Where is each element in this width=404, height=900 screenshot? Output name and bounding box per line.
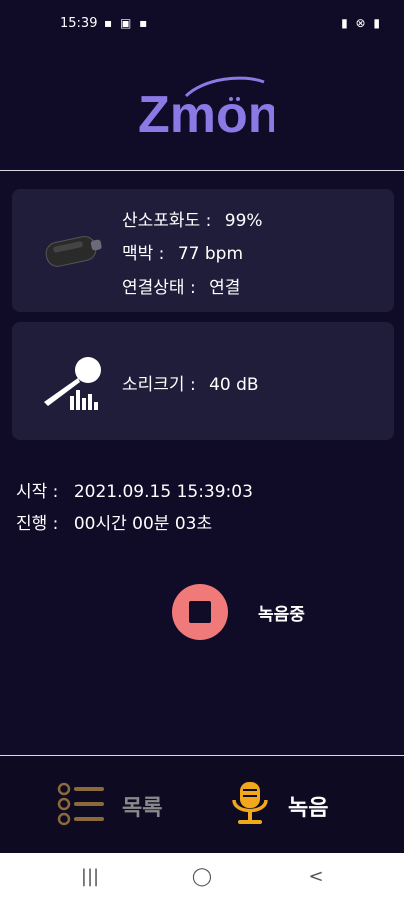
- volume-label: 소리크기 :: [122, 375, 196, 395]
- sensor-card: 산소포화도 : 99% 맥박 : 77 bpm 연결상태 : 연결: [12, 189, 394, 312]
- connection-row: 연결상태 : 연결: [122, 273, 240, 298]
- zmon-logo-graphic: Zmon: [138, 76, 280, 144]
- tab-record[interactable]: 녹음: [220, 756, 370, 853]
- recents-button[interactable]: |||: [70, 865, 110, 889]
- connection-label: 연결상태 :: [122, 278, 196, 298]
- status-time: 15:39: [60, 16, 98, 31]
- oximeter-device-icon: [45, 236, 102, 267]
- tab-list-label: 목록: [122, 796, 163, 821]
- recording-status-label: 녹음중: [258, 605, 305, 625]
- bottom-nav: 목록 녹음: [0, 756, 404, 853]
- microphone-volume-icon: [44, 357, 101, 410]
- system-nav-bar: ||| ◯ <: [0, 853, 404, 900]
- connection-value: 연결: [209, 278, 241, 298]
- status-bar: 15:39 ▪ ▣ ▪ ▮ ⊗ ▮: [0, 0, 404, 52]
- spo2-label: 산소포화도 :: [122, 211, 212, 231]
- microphone-icon: [232, 782, 268, 824]
- elapsed-time-value: 00시간 00분 03초: [73, 514, 213, 534]
- system-status-icons: ▮ ⊗ ▮: [341, 16, 382, 30]
- start-time-label: 시작 :: [16, 482, 59, 502]
- stop-icon: [189, 601, 211, 623]
- pulse-value: 77 bpm: [177, 244, 244, 264]
- home-button[interactable]: ◯: [182, 865, 222, 889]
- volume-value: 40 dB: [209, 375, 259, 395]
- stop-recording-button[interactable]: [172, 584, 228, 640]
- start-time-value: 2021.09.15 15:39:03: [73, 482, 253, 502]
- notification-icons: ▪ ▣ ▪: [104, 16, 150, 30]
- spo2-row: 산소포화도 : 99%: [122, 206, 263, 231]
- sound-card: 소리크기 : 40 dB: [12, 322, 394, 440]
- elapsed-time-label: 진행 :: [16, 514, 59, 534]
- tab-record-label: 녹음: [288, 796, 329, 821]
- elapsed-time-row: 진행 : 00시간 00분 03초: [16, 509, 212, 534]
- zmon-logo: Zmon: [134, 72, 280, 144]
- header-divider: [0, 170, 404, 171]
- spo2-value: 99%: [224, 211, 263, 231]
- volume-row: 소리크기 : 40 dB: [122, 370, 259, 395]
- logo-text: Zmon: [138, 86, 274, 142]
- pulse-label: 맥박 :: [122, 244, 165, 264]
- back-button[interactable]: <: [296, 865, 336, 889]
- tab-list[interactable]: 목록: [40, 756, 200, 853]
- list-icon: [57, 782, 104, 826]
- start-time-row: 시작 : 2021.09.15 15:39:03: [16, 477, 253, 502]
- pulse-row: 맥박 : 77 bpm: [122, 239, 243, 264]
